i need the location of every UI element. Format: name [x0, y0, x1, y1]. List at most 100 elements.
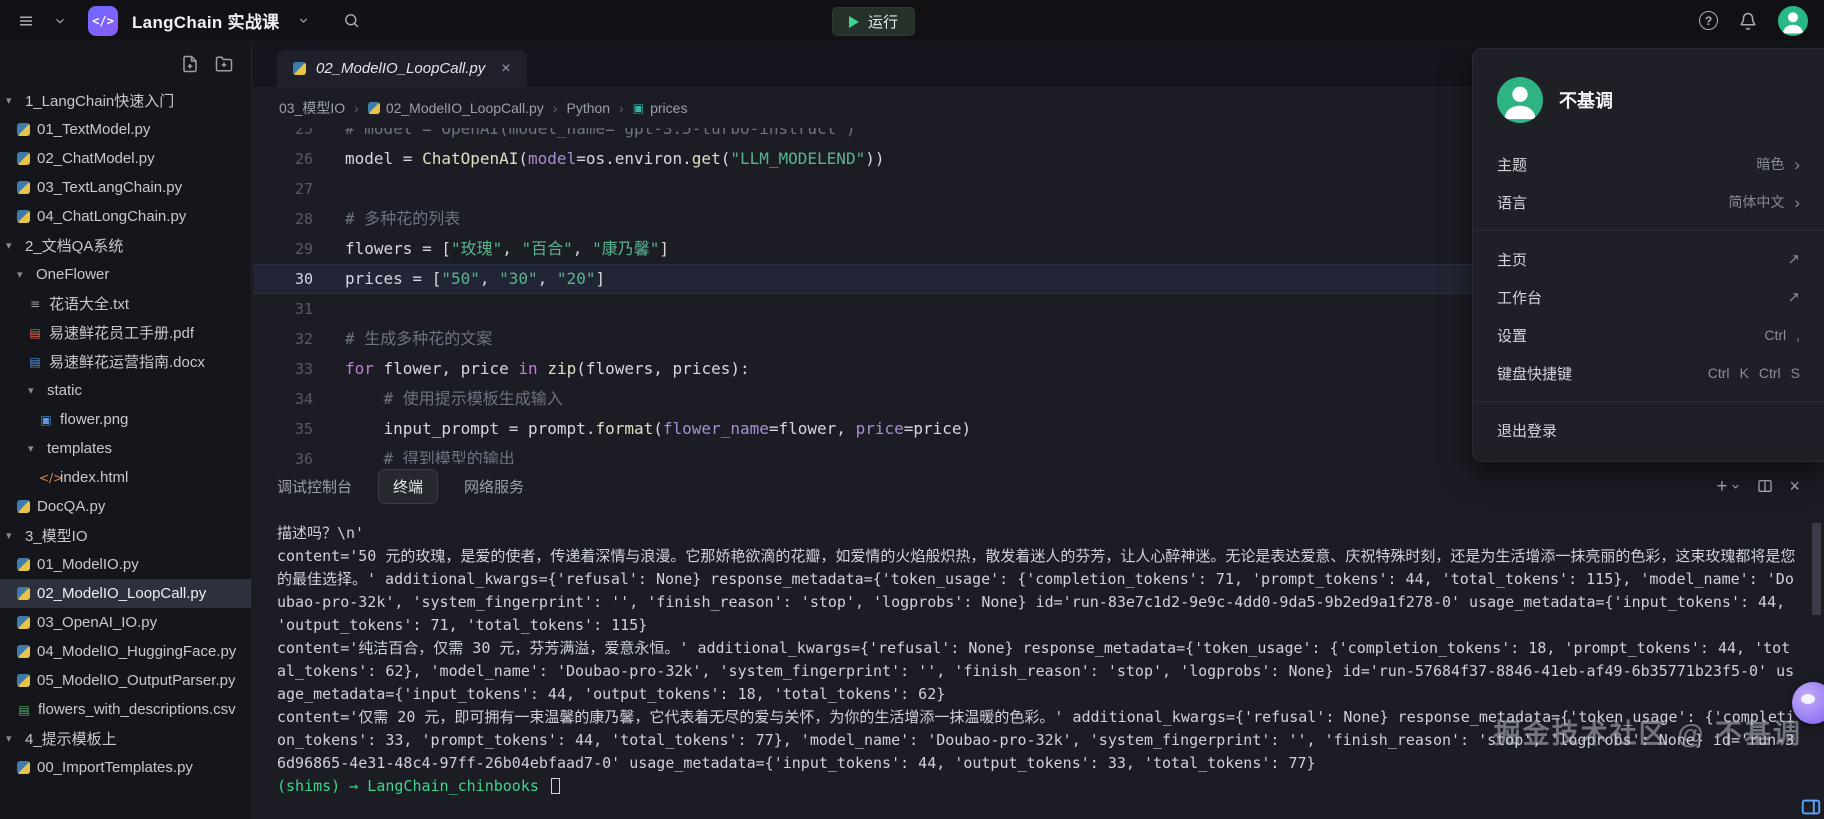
file-tree-item[interactable]: ▾1_LangChain快速入门: [0, 86, 251, 115]
username: 不基调: [1559, 87, 1613, 113]
docx-file-icon: ▤: [28, 355, 42, 369]
app-title: LangChain 实战课: [132, 8, 279, 33]
panel-tab[interactable]: 终端: [378, 469, 438, 504]
user-menu-item[interactable]: 设置Ctrl,: [1473, 316, 1824, 354]
split-panel-icon[interactable]: [1757, 478, 1773, 494]
python-file-icon: [17, 181, 30, 194]
line-number: 30: [253, 264, 313, 294]
file-tree-item[interactable]: </>index.html: [0, 463, 251, 492]
user-menu-item[interactable]: 语言 简体中文 ›: [1473, 183, 1824, 221]
line-number: 36: [253, 444, 313, 464]
new-file-icon[interactable]: [181, 55, 199, 73]
chevron-right-icon: ›: [1794, 194, 1800, 211]
user-avatar[interactable]: [1778, 6, 1808, 36]
shortcut-key: Ctrl: [1708, 365, 1730, 381]
title-chevron-down-icon[interactable]: [293, 11, 313, 31]
file-tree-item[interactable]: 04_ChatLongChain.py: [0, 202, 251, 231]
terminal-scrollbar-thumb[interactable]: [1812, 523, 1821, 615]
notifications-bell-icon[interactable]: [1738, 11, 1758, 31]
app-logo-icon: </>: [88, 6, 118, 36]
file-tree-item[interactable]: 03_TextLangChain.py: [0, 173, 251, 202]
user-menu-item[interactable]: 主页 ↗: [1473, 240, 1824, 278]
file-tree-item[interactable]: ▾templates: [0, 434, 251, 463]
folder-caret-icon: ▾: [6, 529, 18, 542]
menu-icon[interactable]: [16, 11, 36, 31]
file-name: 03_OpenAI_IO.py: [37, 614, 157, 631]
user-menu-item[interactable]: 键盘快捷键CtrlKCtrlS: [1473, 354, 1824, 392]
file-name: 02_ModelIO_LoopCall.py: [37, 585, 206, 602]
file-tree-item[interactable]: ▾OneFlower: [0, 260, 251, 289]
new-folder-icon[interactable]: [215, 55, 233, 73]
breadcrumb-separator-icon: ›: [619, 100, 624, 116]
csv-file-icon: ▤: [17, 703, 31, 717]
editor-tab[interactable]: 02_ModelIO_LoopCall.py ×: [277, 50, 527, 87]
menu-item-value: 简体中文: [1728, 192, 1784, 212]
file-name: flowers_with_descriptions.csv: [38, 701, 236, 718]
chevron-right-icon: ›: [1794, 156, 1800, 173]
file-name: 易速鲜花员工手册.pdf: [49, 322, 194, 343]
bottom-panel: 调试控制台 终端 网络服务 + × 描述吗？\n'content='50 元的玫瑰，…: [253, 464, 1824, 819]
code-text: # 得到模型的输出: [345, 444, 515, 464]
file-tree-item[interactable]: 01_TextModel.py: [0, 115, 251, 144]
user-menu-item[interactable]: 主题暗色›: [1473, 145, 1824, 183]
search-icon[interactable]: [341, 11, 361, 31]
file-tree-item[interactable]: ▾2_文档QA系统: [0, 231, 251, 260]
user-menu-item[interactable]: 退出登录: [1473, 411, 1824, 449]
new-terminal-icon[interactable]: +: [1716, 477, 1741, 496]
symbol-icon: ▣: [633, 101, 644, 115]
file-tree-item[interactable]: ▤易速鲜花员工手册.pdf: [0, 318, 251, 347]
chevron-down-icon[interactable]: [50, 11, 70, 31]
file-name: 05_ModelIO_OutputParser.py: [37, 672, 235, 689]
breadcrumb-item[interactable]: ▣prices: [633, 100, 688, 116]
run-button[interactable]: 运行: [832, 7, 915, 36]
file-tree-item[interactable]: ▾4_提示模板上: [0, 724, 251, 753]
file-tree-item[interactable]: 02_ChatModel.py: [0, 144, 251, 173]
terminal-output-line: 描述吗？\n': [277, 522, 1798, 545]
file-name: 00_ImportTemplates.py: [37, 759, 193, 776]
file-name: 02_ChatModel.py: [37, 150, 155, 167]
file-name: templates: [47, 440, 112, 457]
file-tree-item[interactable]: ≡花语大全.txt: [0, 289, 251, 318]
code-text: # model = OpenAI(model_name="gpt-3.5-tur…: [345, 128, 856, 144]
menu-item-label: 语言: [1497, 192, 1527, 213]
code-text: # 使用提示模板生成输入: [345, 384, 563, 414]
file-tree-item[interactable]: 03_OpenAI_IO.py: [0, 608, 251, 637]
user-menu-header: 不基调: [1473, 49, 1824, 145]
panel-toggle-icon[interactable]: [1800, 796, 1822, 818]
panel-tab[interactable]: 调试控制台: [277, 476, 352, 497]
file-tree-item[interactable]: ▤易速鲜花运营指南.docx: [0, 347, 251, 376]
menu-item-label: 主页: [1497, 249, 1527, 270]
terminal-output-line: content='仅需 20 元，即可拥有一束温馨的康乃馨，它代表着无尽的爱与关…: [277, 706, 1798, 775]
menu-item-value: 暗色: [1756, 154, 1784, 174]
line-number: 34: [253, 384, 313, 414]
file-name: 01_ModelIO.py: [37, 556, 139, 573]
python-file-icon: [293, 62, 306, 75]
file-tree-item[interactable]: ▾3_模型IO: [0, 521, 251, 550]
help-icon[interactable]: ?: [1699, 11, 1718, 30]
python-file-icon: [17, 152, 30, 165]
file-tree-item[interactable]: DocQA.py: [0, 492, 251, 521]
external-link-icon: ↗: [1787, 288, 1800, 306]
file-tree-item[interactable]: 02_ModelIO_LoopCall.py: [0, 579, 251, 608]
file-tree-item[interactable]: 05_ModelIO_OutputParser.py: [0, 666, 251, 695]
file-tree-item[interactable]: 00_ImportTemplates.py: [0, 753, 251, 782]
breadcrumb-item[interactable]: 02_ModelIO_LoopCall.py: [368, 100, 544, 116]
file-tree-item[interactable]: 04_ModelIO_HuggingFace.py: [0, 637, 251, 666]
external-link-icon: ↗: [1787, 250, 1800, 268]
tab-close-icon[interactable]: ×: [501, 60, 510, 78]
file-tree-item[interactable]: ▾static: [0, 376, 251, 405]
file-tree-item[interactable]: ▣flower.png: [0, 405, 251, 434]
close-panel-icon[interactable]: ×: [1789, 476, 1800, 497]
file-name: DocQA.py: [37, 498, 105, 515]
terminal-output[interactable]: 描述吗？\n'content='50 元的玫瑰，是爱的使者，传递着深情与浪漫。它…: [253, 508, 1824, 798]
code-text: flowers = ["玫瑰", "百合", "康乃馨"]: [345, 234, 669, 264]
file-tree-item[interactable]: ▤ flowers_with_descriptions.csv: [0, 695, 251, 724]
menu-item-label: 退出登录: [1497, 420, 1557, 441]
panel-tab[interactable]: 网络服务: [464, 476, 524, 497]
terminal-cursor: [551, 778, 560, 794]
file-name: 2_文档QA系统: [25, 235, 123, 256]
breadcrumb-item[interactable]: Python: [566, 100, 610, 116]
file-tree-item[interactable]: 01_ModelIO.py: [0, 550, 251, 579]
breadcrumb-item[interactable]: 03_模型IO: [279, 98, 345, 118]
user-menu-item[interactable]: 工作台↗: [1473, 278, 1824, 316]
